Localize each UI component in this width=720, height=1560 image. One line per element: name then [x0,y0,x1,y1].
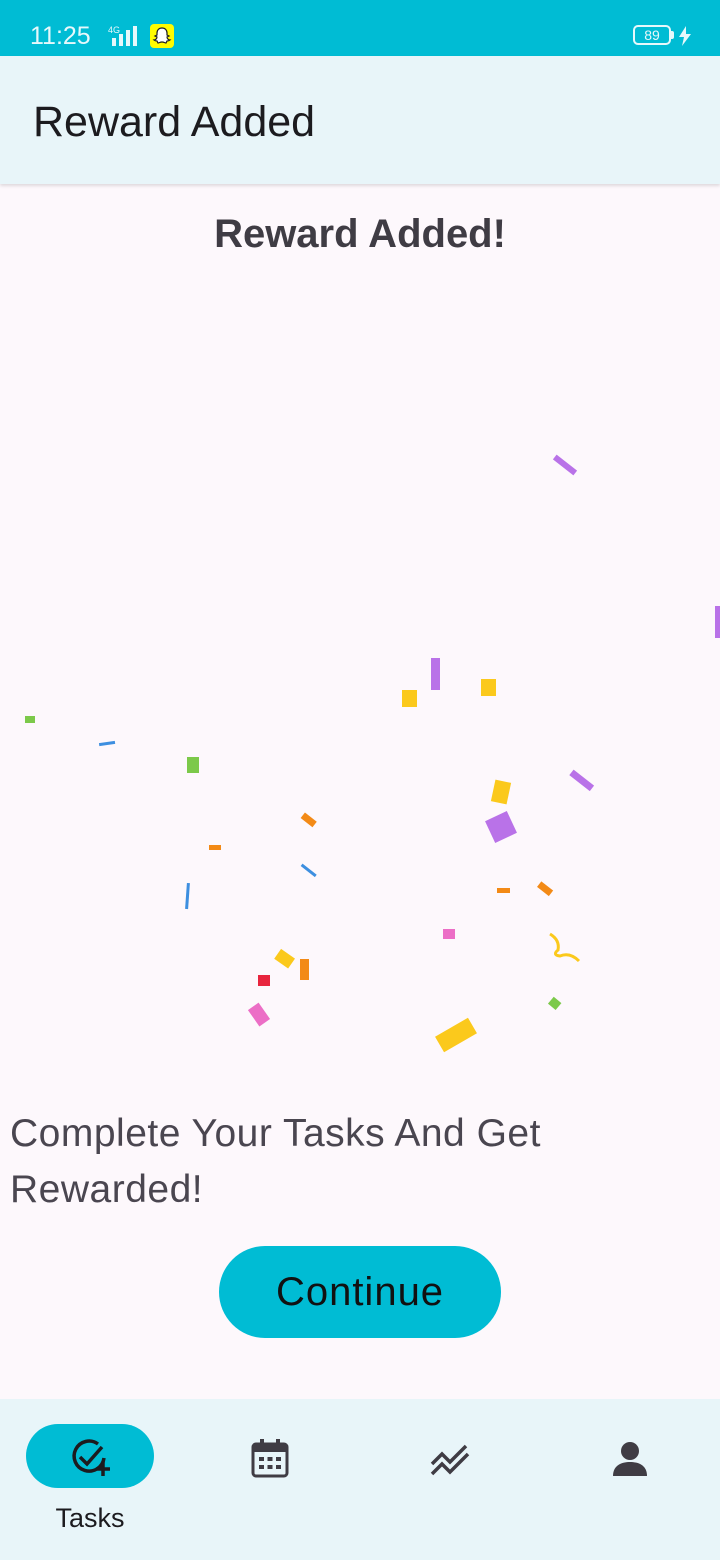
screen: 11:25 4G 89 Reward Added Reward Added! C… [0,0,720,1560]
nav-item-stats[interactable] [360,1399,540,1560]
confetti-piece [300,863,317,878]
confetti-piece [547,996,562,1011]
confetti-piece [497,888,510,893]
battery-level: 89 [644,27,660,43]
signal-icon: 4G [108,25,137,46]
confetti-piece [481,679,496,696]
confetti-piece [485,811,517,843]
confetti-piece [552,454,578,476]
bottom-nav: Tasks [0,1399,720,1560]
confetti-piece [187,757,199,773]
confetti-piece [209,845,221,850]
confetti-piece [549,932,581,963]
reward-heading: Reward Added! [214,212,506,256]
confetti-piece [185,882,190,910]
stats-icon [430,1444,470,1476]
snapchat-icon [150,24,174,48]
app-bar: Reward Added [0,56,720,184]
person-icon [613,1442,647,1476]
reward-tagline: Complete Your Tasks And Get Rewarded! [10,1112,541,1211]
status-time: 11:25 [30,22,91,50]
confetti-piece [431,658,440,690]
nav-label-tasks: Tasks [55,1503,125,1533]
confetti-piece [569,769,595,792]
confetti-piece [490,779,512,805]
confetti-piece [274,948,295,969]
status-bar: 11:25 4G 89 [0,0,720,56]
confetti-piece [300,959,309,980]
confetti-piece [435,1017,477,1053]
calendar-icon [251,1439,289,1478]
confetti-piece [402,690,417,707]
confetti-piece [25,716,35,723]
confetti-piece [300,812,317,828]
confetti-piece [98,740,116,747]
nav-item-calendar[interactable] [180,1399,360,1560]
app-bar-title: Reward Added [33,98,316,146]
continue-button[interactable]: Continue [219,1246,501,1338]
nav-item-tasks[interactable]: Tasks [0,1399,180,1560]
charging-icon [679,26,691,46]
confetti-piece [537,881,554,897]
battery-tip [671,31,674,39]
confetti-piece [247,1002,271,1027]
confetti-animation [25,454,720,1053]
confetti-piece [443,929,455,939]
task-add-icon [72,1439,110,1476]
confetti-piece [715,606,720,638]
network-label: 4G [108,25,120,35]
confetti-piece [258,975,270,986]
nav-item-profile[interactable] [540,1399,720,1560]
battery-icon: 89 [633,25,671,45]
